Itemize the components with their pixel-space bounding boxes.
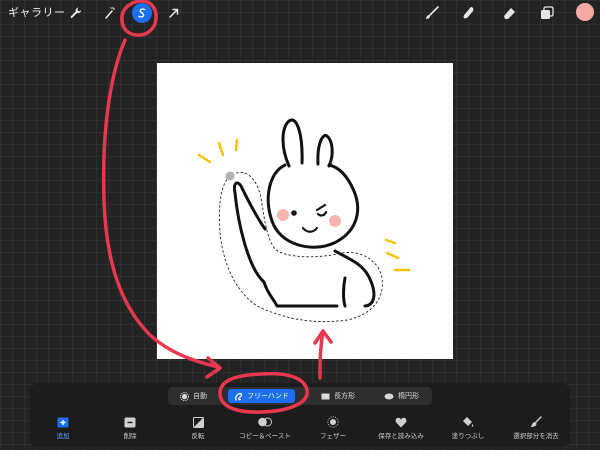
smudge-icon[interactable] — [458, 3, 478, 23]
fill-icon — [463, 417, 474, 427]
wrench-icon[interactable] — [66, 3, 86, 23]
mode-auto-label: 自動 — [193, 392, 207, 400]
tool-save-load[interactable]: 保存と読み込み — [371, 416, 431, 440]
tool-clear[interactable]: 選択部分を消去 — [506, 416, 566, 440]
rectangle-icon — [321, 393, 330, 399]
heart-icon — [395, 417, 407, 427]
mode-auto[interactable]: 自動 — [180, 389, 207, 403]
rabbit-cheek-right — [329, 215, 341, 227]
mode-freehand[interactable]: フリーハンド — [228, 389, 295, 403]
layers-icon[interactable] — [537, 3, 557, 23]
mode-freehand-label: フリーハンド — [247, 392, 289, 400]
rabbit-drawing — [197, 118, 411, 323]
tool-add-label: 追加 — [56, 432, 70, 440]
minus-square-icon — [124, 417, 136, 427]
tool-save-load-label: 保存と読み込み — [378, 432, 424, 440]
drawing-canvas[interactable] — [157, 63, 453, 359]
copy-paste-icon — [258, 417, 272, 427]
lasso-start-point — [225, 171, 235, 181]
tool-remove[interactable]: 削除 — [100, 416, 160, 440]
plus-square-icon — [57, 417, 69, 427]
sparkle-marks — [197, 138, 411, 272]
tool-remove-label: 削除 — [123, 432, 137, 440]
mode-rectangle-label: 長方形 — [334, 392, 355, 400]
selection-s-icon[interactable] — [132, 3, 152, 23]
tool-feather[interactable]: フェザー — [303, 416, 363, 440]
gear-icon — [180, 391, 189, 401]
freehand-icon — [235, 392, 243, 401]
tool-copy-paste-label: コピー＆ペースト — [239, 432, 291, 440]
mode-ellipse[interactable]: 楕円形 — [384, 389, 419, 403]
rabbit-eye — [291, 210, 297, 216]
tool-clear-label: 選択部分を消去 — [513, 432, 559, 440]
feather-icon — [327, 416, 339, 428]
clear-icon — [531, 416, 542, 427]
eraser-icon[interactable] — [499, 3, 519, 23]
color-swatch-icon[interactable] — [576, 3, 594, 21]
mode-rectangle[interactable]: 長方形 — [321, 389, 355, 403]
magic-wand-icon[interactable] — [100, 3, 120, 23]
tool-invert-label: 反転 — [191, 432, 205, 440]
gallery-button[interactable]: ギャラリー — [8, 4, 66, 20]
tool-fill-label: 塗りつぶし — [451, 432, 485, 440]
tool-fill[interactable]: 塗りつぶし — [438, 416, 498, 440]
rabbit-cheek-left — [277, 209, 289, 221]
top-toolbar: ギャラリー — [0, 0, 600, 26]
tool-add[interactable]: 追加 — [33, 416, 93, 440]
invert-icon — [192, 416, 204, 428]
arrow-cursor-icon[interactable] — [164, 3, 184, 23]
mode-ellipse-label: 楕円形 — [398, 392, 419, 400]
tool-invert[interactable]: 反転 — [168, 416, 228, 440]
tool-copy-paste[interactable]: コピー＆ペースト — [235, 416, 295, 440]
ellipse-icon — [384, 393, 394, 399]
tool-feather-label: フェザー — [320, 432, 346, 440]
brush-icon[interactable] — [422, 3, 442, 23]
